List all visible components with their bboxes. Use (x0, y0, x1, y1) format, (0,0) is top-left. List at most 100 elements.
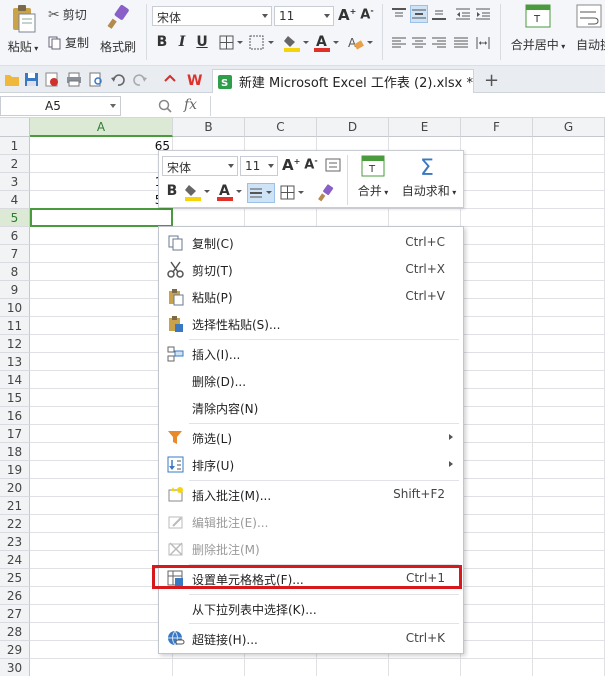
row-header-7[interactable]: 7 (0, 245, 30, 263)
menu-item-copy[interactable]: 复制(C) Ctrl+C (159, 229, 463, 256)
cell-a2[interactable]: 8 (30, 155, 170, 173)
mini-font-color-button[interactable]: A (215, 181, 245, 203)
export-pdf-icon[interactable] (44, 72, 60, 87)
fx-icon[interactable]: fx (184, 97, 197, 113)
row-header-25[interactable]: 25 (0, 569, 30, 587)
mini-autosum-button[interactable]: Σ 自动求和 ▾ (397, 155, 461, 199)
row-header-15[interactable]: 15 (0, 389, 30, 407)
active-cell-a5[interactable] (30, 208, 173, 227)
menu-item-format-cells[interactable]: 设置单元格格式(F)... Ctrl+1 (159, 565, 463, 592)
mini-format-painter-icon[interactable] (315, 183, 337, 203)
row-header-2[interactable]: 2 (0, 155, 30, 173)
cut-button[interactable]: ✂ 剪切 (48, 6, 87, 23)
menu-item-insert[interactable]: 插入(I)... (159, 340, 463, 367)
row-header-20[interactable]: 20 (0, 479, 30, 497)
row-header-13[interactable]: 13 (0, 353, 30, 371)
mini-font-size-select[interactable]: 11 (240, 156, 278, 176)
row-header-30[interactable]: 30 (0, 659, 30, 676)
menu-item-cut[interactable]: 剪切(T) Ctrl+X (159, 256, 463, 283)
align-center-icon[interactable] (410, 34, 428, 52)
mini-align-center-button[interactable] (247, 183, 275, 203)
row-header-29[interactable]: 29 (0, 641, 30, 659)
menu-item-insert-comment[interactable]: 插入批注(M)... Shift+F2 (159, 481, 463, 508)
select-all-corner[interactable] (0, 118, 30, 137)
mini-merge-button[interactable]: T 合并 ▾ (353, 155, 393, 199)
print-icon[interactable] (66, 72, 82, 87)
row-header-26[interactable]: 26 (0, 587, 30, 605)
menu-item-delete[interactable]: 删除(D)... (159, 367, 463, 394)
paste-button[interactable]: 粘贴 ▾ (4, 4, 42, 55)
column-header-d[interactable]: D (317, 118, 389, 137)
column-header-e[interactable]: E (389, 118, 461, 137)
font-size-select[interactable]: 11 (274, 6, 334, 26)
underline-button[interactable]: U (193, 34, 211, 50)
mini-bold-button[interactable]: B (163, 183, 181, 199)
align-left-icon[interactable] (390, 34, 408, 52)
menu-item-paste[interactable]: 粘贴(P) Ctrl+V (159, 283, 463, 310)
formula-input[interactable] (210, 96, 605, 116)
italic-button[interactable]: I (173, 34, 191, 50)
mini-increase-font-icon[interactable]: A+ (282, 156, 300, 174)
column-header-b[interactable]: B (173, 118, 245, 137)
customize-toolbar-icon[interactable] (162, 72, 178, 87)
zoom-search-icon[interactable] (158, 99, 172, 113)
menu-item-filter[interactable]: 筛选(L) (159, 424, 463, 451)
row-header-19[interactable]: 19 (0, 461, 30, 479)
format-painter-button[interactable]: 格式刷 (98, 4, 138, 55)
mini-font-name-select[interactable]: 宋体 (162, 156, 238, 176)
menu-item-hyperlink[interactable]: 超链接(H)... Ctrl+K (159, 625, 463, 652)
decrease-font-icon[interactable]: A- (358, 6, 376, 22)
row-header-18[interactable]: 18 (0, 443, 30, 461)
align-bottom-icon[interactable] (430, 5, 448, 23)
mini-cell-style-icon[interactable] (324, 156, 342, 174)
menu-item-sort[interactable]: 排序(U) (159, 451, 463, 478)
distributed-align-icon[interactable] (474, 34, 492, 52)
align-top-icon[interactable] (390, 5, 408, 23)
column-header-g[interactable]: G (533, 118, 605, 137)
column-header-f[interactable]: F (461, 118, 533, 137)
align-middle-icon[interactable] (410, 5, 428, 23)
bold-button[interactable]: B (153, 34, 171, 50)
justify-icon[interactable] (452, 34, 470, 52)
file-tab[interactable]: S 新建 Microsoft Excel 工作表 (2).xlsx * (212, 69, 474, 93)
copy-button[interactable]: 复制 (48, 34, 89, 51)
row-header-4[interactable]: 4 (0, 191, 30, 209)
row-header-14[interactable]: 14 (0, 371, 30, 389)
open-folder-icon[interactable] (4, 72, 20, 87)
fill-color-button[interactable] (282, 32, 312, 54)
save-icon[interactable] (24, 72, 40, 87)
row-header-21[interactable]: 21 (0, 497, 30, 515)
row-header-28[interactable]: 28 (0, 623, 30, 641)
row-header-6[interactable]: 6 (0, 227, 30, 245)
borders-button[interactable] (218, 34, 246, 52)
row-header-9[interactable]: 9 (0, 281, 30, 299)
auto-wrap-button[interactable]: 自动换 (576, 4, 605, 53)
clear-format-button[interactable]: A (346, 34, 376, 52)
row-header-17[interactable]: 17 (0, 425, 30, 443)
row-header-10[interactable]: 10 (0, 299, 30, 317)
merge-center-button[interactable]: T 合并居中 ▾ (506, 4, 570, 53)
menu-item-pick-from-list[interactable]: 从下拉列表中选择(K)... (159, 595, 463, 622)
cell-a3[interactable]: 15 (30, 173, 170, 191)
wps-logo-icon[interactable]: W (186, 72, 206, 87)
row-header-16[interactable]: 16 (0, 407, 30, 425)
menu-item-clear-contents[interactable]: 清除内容(N) (159, 394, 463, 421)
cell-a4[interactable]: 51 (30, 191, 170, 209)
menu-item-delete-comment[interactable]: 删除批注(M) (159, 535, 463, 562)
row-header-5[interactable]: 5 (0, 209, 30, 227)
mini-borders-button[interactable] (279, 183, 309, 203)
row-header-27[interactable]: 27 (0, 605, 30, 623)
increase-font-icon[interactable]: A+ (338, 6, 356, 24)
menu-item-paste-special[interactable]: 选择性粘贴(S)... (159, 310, 463, 337)
font-name-select[interactable]: 宋体 (152, 6, 272, 26)
cell-style-button[interactable] (248, 34, 278, 52)
column-header-a[interactable]: A (30, 118, 173, 137)
name-box[interactable]: A5 (0, 96, 121, 116)
redo-icon[interactable] (132, 72, 148, 87)
row-header-3[interactable]: 3 (0, 173, 30, 191)
mini-fill-color-button[interactable] (183, 181, 213, 203)
align-right-icon[interactable] (430, 34, 448, 52)
mini-decrease-font-icon[interactable]: A- (302, 156, 320, 172)
row-header-22[interactable]: 22 (0, 515, 30, 533)
row-header-23[interactable]: 23 (0, 533, 30, 551)
